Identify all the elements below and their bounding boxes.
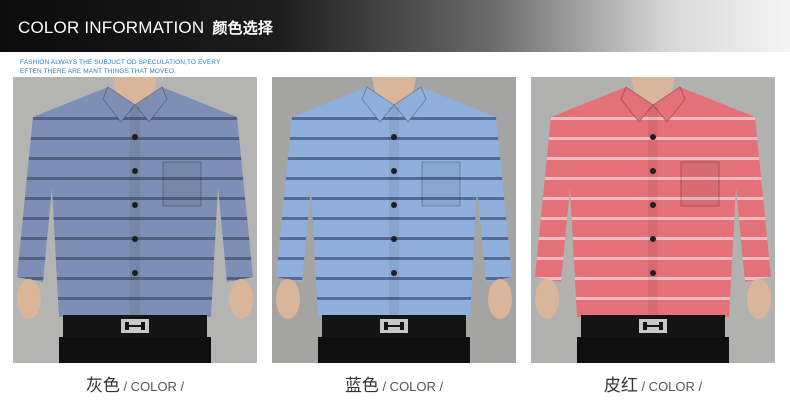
caption-pink: 皮红 / COLOR / <box>531 371 775 396</box>
product-card-gray[interactable] <box>13 77 257 363</box>
product-card-blue[interactable] <box>272 77 516 363</box>
header-banner: COLOR INFORMATION 颜色选择 <box>0 0 790 52</box>
caption-gray: 灰色 / COLOR / <box>13 371 257 396</box>
header-title-cn: 颜色选择 <box>212 19 274 37</box>
product-grid: 灰色 / COLOR / 蓝色 / COLOR / 皮红 / COLOR / <box>0 77 790 412</box>
header-title: COLOR INFORMATION 颜色选择 <box>18 17 273 38</box>
color-name: 蓝色 <box>344 376 379 396</box>
color-suffix: / COLOR / <box>378 379 444 394</box>
color-suffix: / COLOR / <box>637 379 703 394</box>
tagline-line-2: EFTEN THERE ARE MANT THINGS THAT MOVEO. <box>20 68 176 75</box>
color-name: 灰色 <box>85 376 120 396</box>
header-title-en: COLOR INFORMATION <box>18 18 205 37</box>
tagline: FASHION ALWAYS THE SUBJUCT OD SPECULATIO… <box>20 58 220 76</box>
color-suffix: / COLOR / <box>119 379 185 394</box>
color-name: 皮红 <box>603 376 638 396</box>
tagline-line-1: FASHION ALWAYS THE SUBJUCT OD SPECULATIO… <box>20 59 221 66</box>
product-card-pink[interactable] <box>531 77 775 363</box>
caption-blue: 蓝色 / COLOR / <box>272 371 516 396</box>
